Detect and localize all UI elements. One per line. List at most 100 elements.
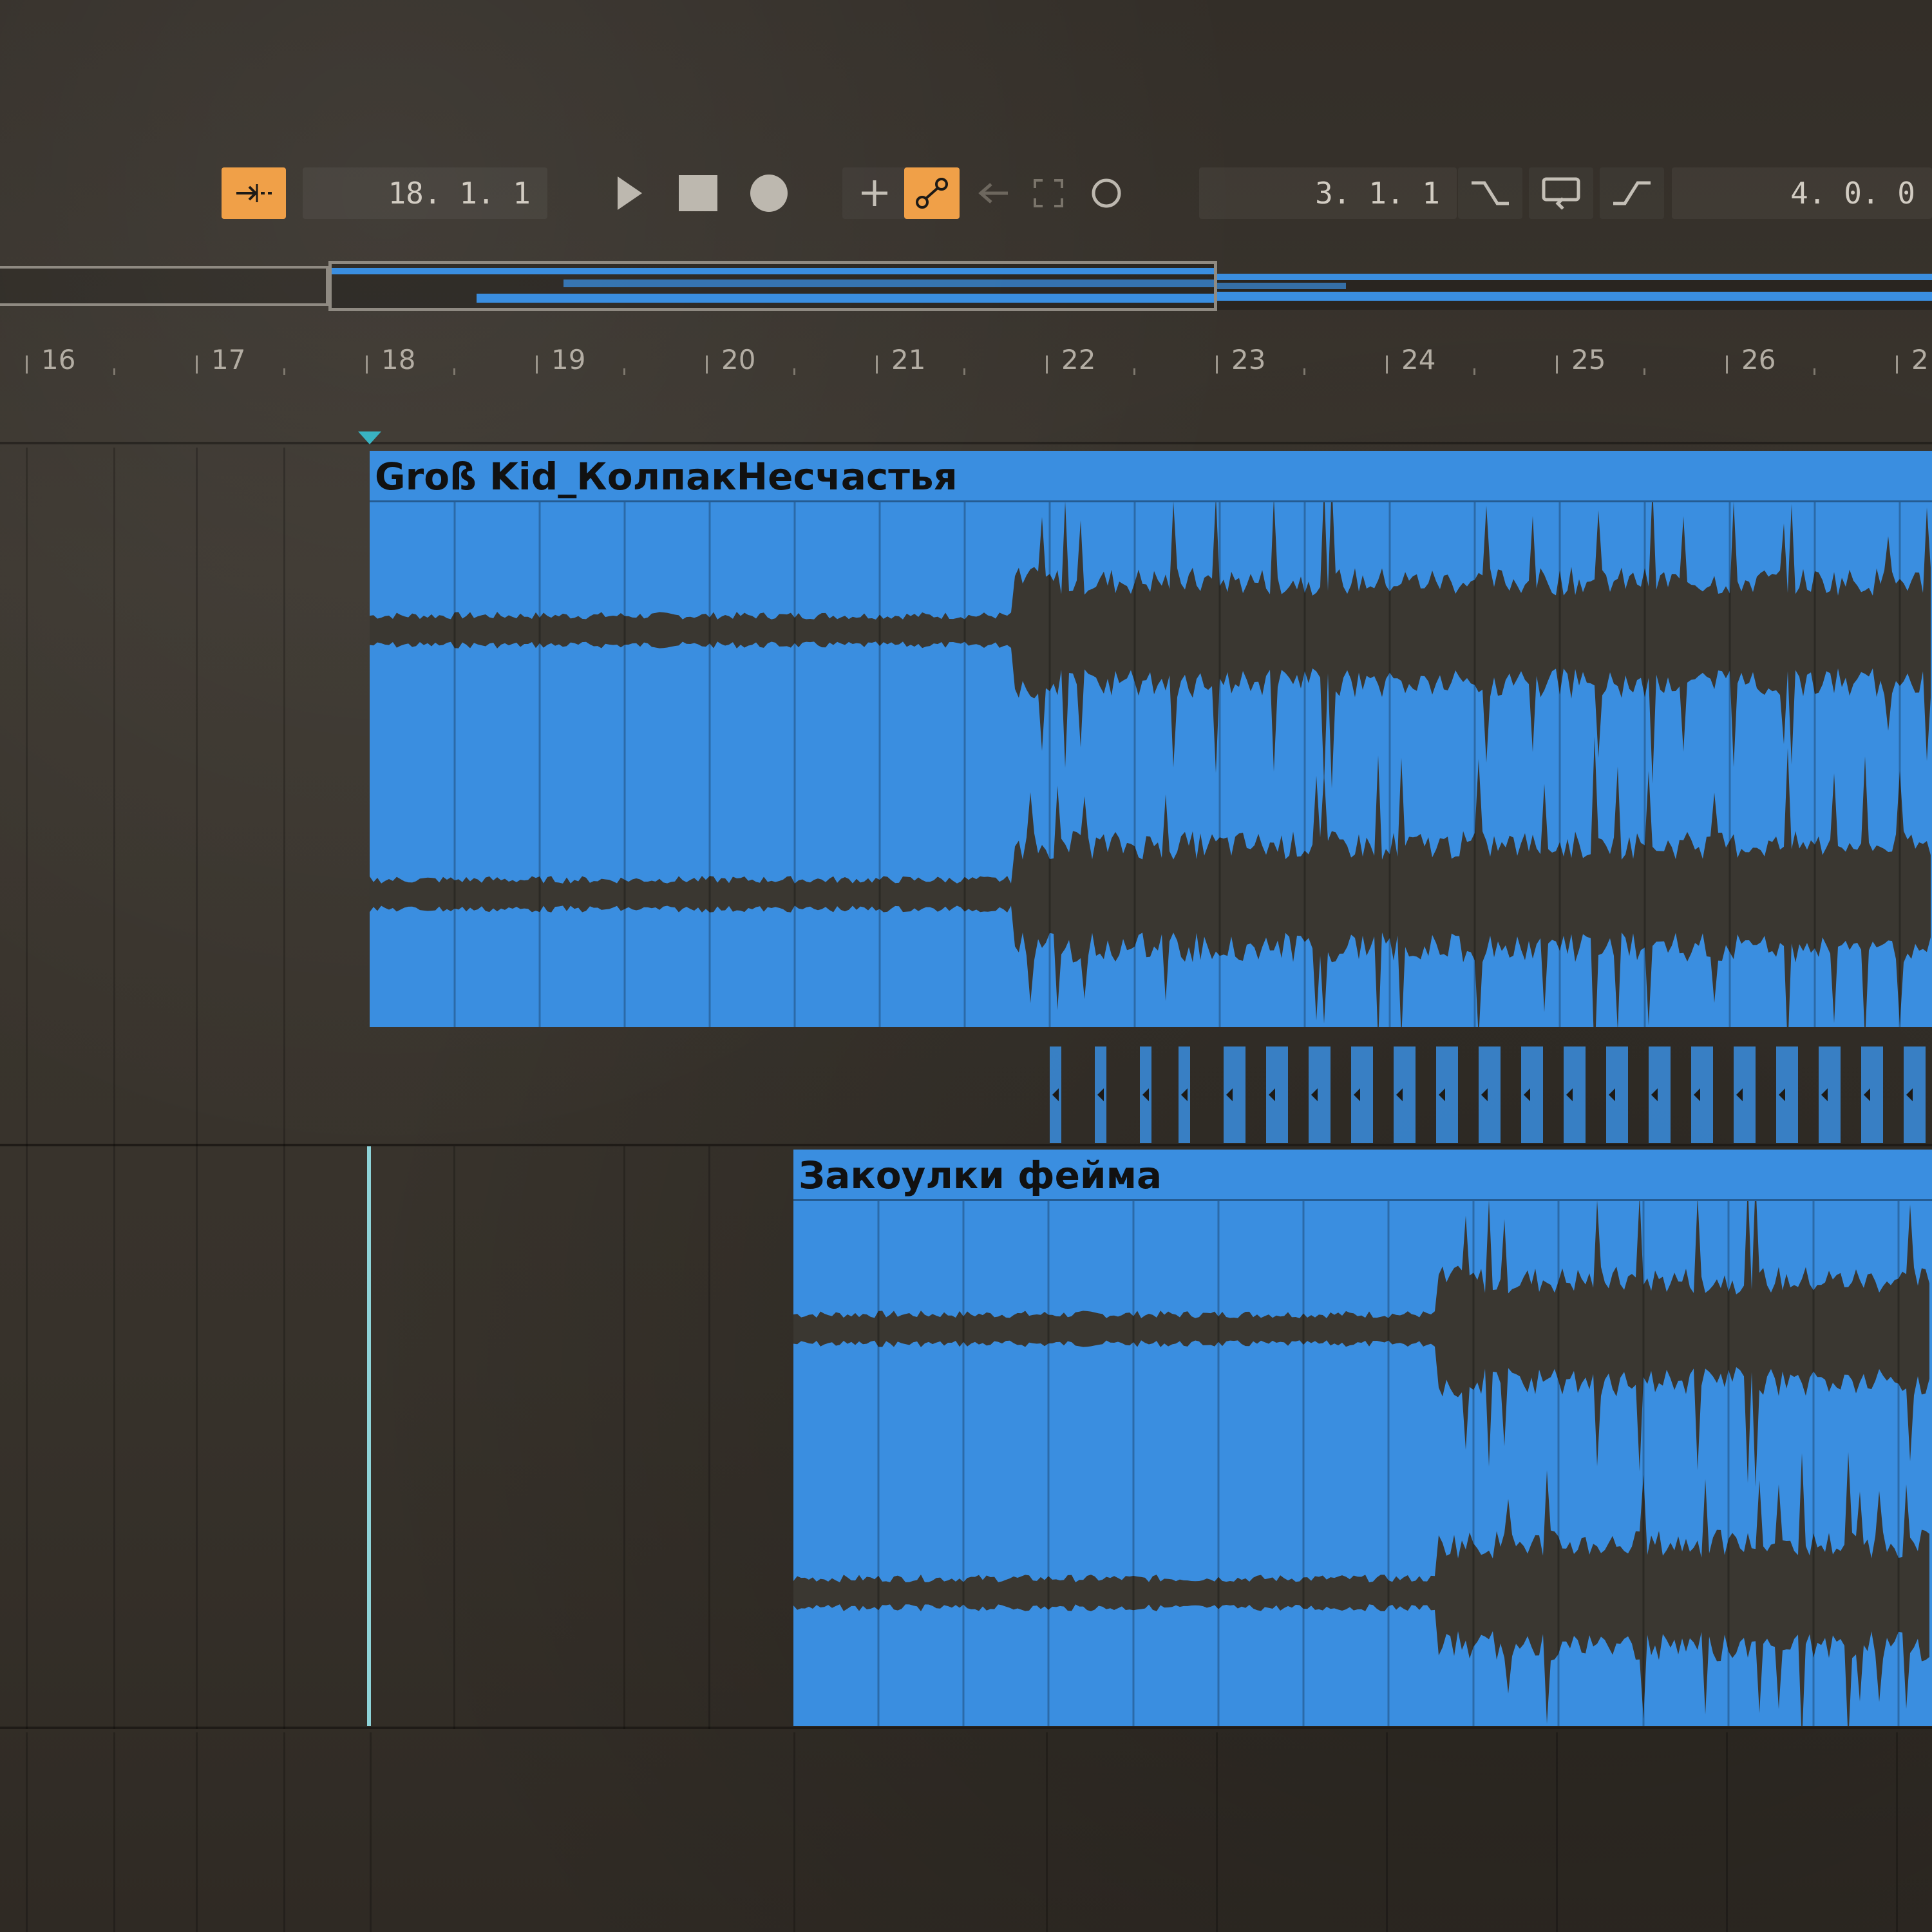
bar-tick <box>706 355 708 374</box>
bar-number: 19 <box>551 344 586 375</box>
grid-line <box>623 1146 625 1729</box>
bar-number: 2 <box>1911 344 1929 375</box>
automation-lane[interactable] <box>1043 1037 1932 1143</box>
automation-arm-icon <box>916 178 948 209</box>
grid-line <box>283 1732 285 1932</box>
arrangement-overview[interactable] <box>0 261 1932 312</box>
audio-clip[interactable]: Закоулки фейма <box>793 1150 1932 1726</box>
punch-out-button[interactable] <box>1600 167 1664 219</box>
grid-line <box>1896 1732 1898 1932</box>
beat-tick <box>283 368 285 375</box>
beat-tick <box>793 368 795 375</box>
overview-right-region <box>1217 274 1932 310</box>
stop-button[interactable] <box>666 167 730 219</box>
loop-icon <box>1542 177 1580 210</box>
playhead[interactable] <box>367 1146 371 1726</box>
waveform <box>370 502 1932 1027</box>
punch-button[interactable] <box>1016 167 1081 219</box>
arrangement-position-field[interactable]: 18. 1. 1 <box>303 167 547 219</box>
grid-line <box>113 1146 115 1729</box>
audio-track-1[interactable]: Groß Kid_КолпакНесчастья <box>0 448 1932 1146</box>
punch-out-icon <box>1613 181 1651 205</box>
play-icon <box>618 176 642 210</box>
grid-line <box>1386 1732 1388 1932</box>
loop-start-field[interactable]: 3. 1. 1 <box>1199 167 1457 219</box>
stop-icon <box>679 175 717 211</box>
grid-line <box>1726 1732 1728 1932</box>
back-arrow-icon <box>978 183 1008 204</box>
grid-line <box>26 1146 28 1729</box>
audio-clip[interactable]: Groß Kid_КолпакНесчастья <box>370 451 1932 1027</box>
beat-tick <box>1814 368 1815 375</box>
bar-number: 16 <box>41 344 76 375</box>
beat-tick <box>1303 368 1305 375</box>
grid-line <box>113 1732 115 1932</box>
bar-tick <box>1726 355 1728 374</box>
bar-number: 23 <box>1231 344 1266 375</box>
punch-in-icon <box>1472 181 1509 205</box>
grid-line <box>283 1146 285 1729</box>
loop-button[interactable] <box>1529 167 1593 219</box>
grid-line <box>708 1146 710 1729</box>
grid-line <box>793 1732 795 1932</box>
bar-number: 20 <box>721 344 756 375</box>
bar-tick <box>536 355 538 374</box>
add-button[interactable] <box>842 167 907 219</box>
grid-line <box>453 1146 455 1729</box>
beat-tick <box>1643 368 1645 375</box>
beat-tick <box>453 368 455 375</box>
overview-left-region <box>0 266 328 306</box>
bar-tick <box>1556 355 1558 374</box>
plus-icon <box>862 180 887 206</box>
waveform <box>793 1201 1932 1726</box>
bar-ruler[interactable]: 16 17 18 19 20 21 22 23 24 25 26 2 <box>0 322 1932 444</box>
bar-number: 24 <box>1401 344 1436 375</box>
bar-number: 25 <box>1571 344 1606 375</box>
grid-line <box>196 1146 198 1729</box>
record-button[interactable] <box>737 167 801 219</box>
bar-tick <box>1386 355 1388 374</box>
bar-number: 21 <box>891 344 926 375</box>
bar-number: 26 <box>1741 344 1776 375</box>
grid-line <box>113 448 115 1146</box>
bar-tick <box>1046 355 1048 374</box>
punch-in-out-icon <box>1034 179 1063 207</box>
clip-title[interactable]: Groß Kid_КолпакНесчастья <box>370 451 1932 502</box>
bar-number: 17 <box>211 344 246 375</box>
play-button[interactable] <box>595 167 659 219</box>
grid-line <box>26 1732 28 1932</box>
bar-number: 22 <box>1061 344 1096 375</box>
transport-bar: 18. 1. 1 3. 1. 1 4. 0. 0 <box>0 155 1932 235</box>
bar-number: 18 <box>381 344 416 375</box>
circle-icon <box>1092 178 1121 208</box>
grid-line <box>196 1732 198 1932</box>
session-record-button[interactable] <box>1074 167 1139 219</box>
clip-title[interactable]: Закоулки фейма <box>793 1150 1932 1201</box>
bar-tick <box>1896 355 1898 374</box>
bar-tick <box>196 355 198 374</box>
grid-line <box>1046 1732 1048 1932</box>
start-marker[interactable] <box>358 431 381 444</box>
empty-track-area[interactable] <box>0 1732 1932 1932</box>
overview-visible-region[interactable] <box>328 261 1217 311</box>
bar-tick <box>876 355 878 374</box>
punch-in-button[interactable] <box>1458 167 1522 219</box>
grid-line <box>1216 1732 1218 1932</box>
loop-length-field[interactable]: 4. 0. 0 <box>1672 167 1932 219</box>
bar-tick <box>26 355 28 374</box>
bar-tick <box>1216 355 1218 374</box>
grid-line <box>283 448 285 1146</box>
follow-button[interactable] <box>222 167 286 219</box>
beat-tick <box>963 368 965 375</box>
grid-line <box>370 1732 372 1932</box>
beat-tick <box>113 368 115 375</box>
beat-tick <box>1133 368 1135 375</box>
automation-arm-button[interactable] <box>904 167 960 219</box>
record-icon <box>750 175 788 212</box>
audio-track-2[interactable]: Закоулки фейма <box>0 1146 1932 1729</box>
beat-tick <box>623 368 625 375</box>
beat-tick <box>1473 368 1475 375</box>
grid-line <box>196 448 198 1146</box>
grid-line <box>1556 1732 1558 1932</box>
bar-tick <box>366 355 368 374</box>
